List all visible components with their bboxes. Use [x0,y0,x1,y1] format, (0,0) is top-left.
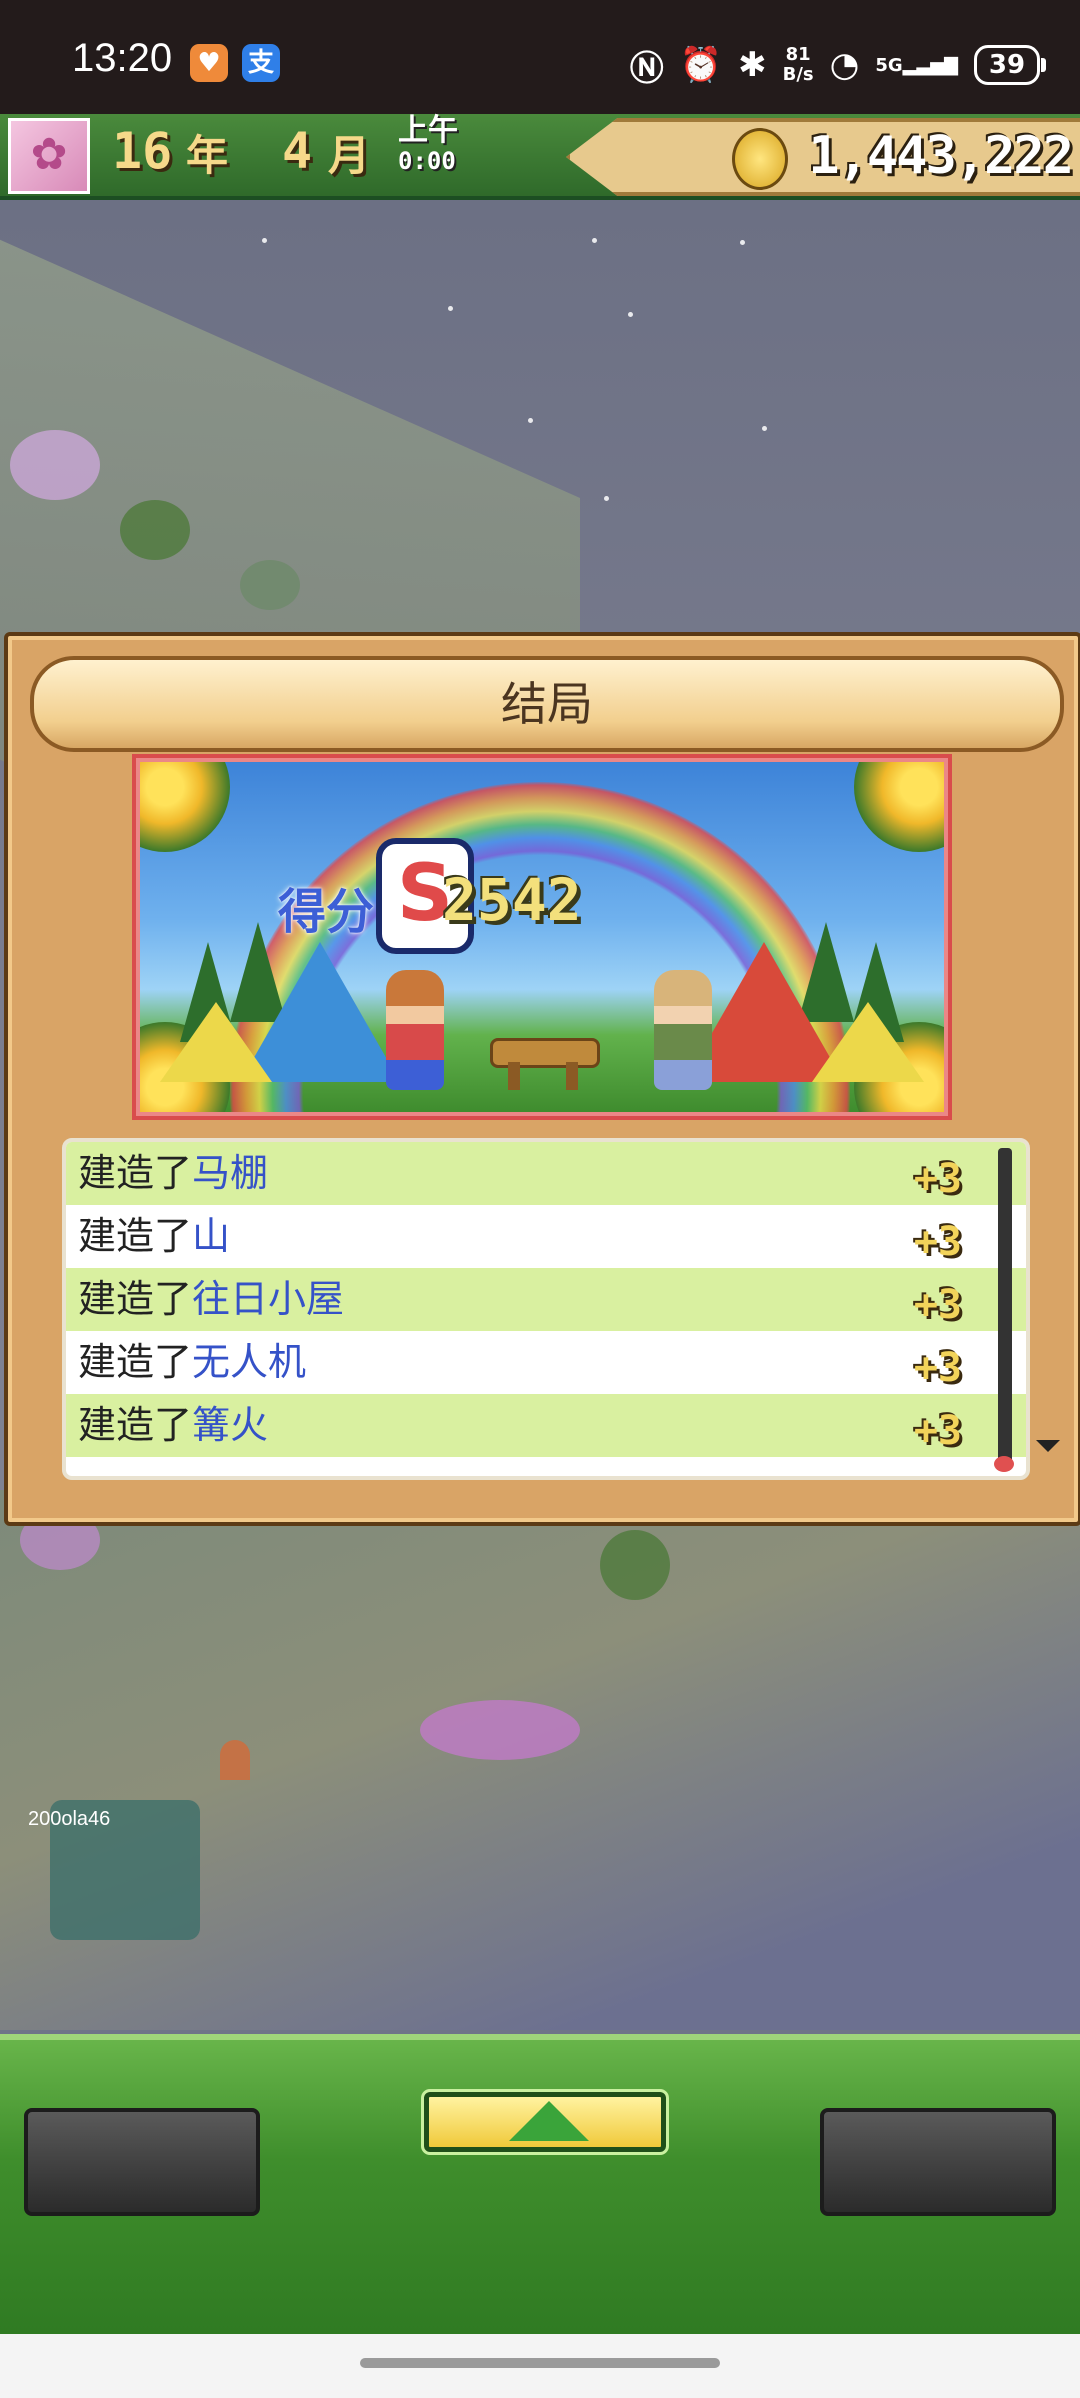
picnic-table [490,1038,600,1068]
flower-bush [10,430,100,500]
character-camper [386,970,444,1090]
event-prefix: 建造了 [78,1151,193,1195]
event-target: 篝火 [192,1403,269,1447]
table-leg [566,1062,578,1090]
event-list[interactable]: 建造了马棚 +3 建造了山 +3 建造了往日小屋 +3 建造了无人机 +3 建造… [62,1138,1030,1480]
star [628,312,633,317]
game-clock: 0:00 [398,147,456,175]
event-prefix: 建造了 [78,1340,193,1384]
left-menu-button[interactable] [24,2108,260,2216]
net-speed-value: 81 [785,44,811,65]
list-item: 建造了篝火 +3 [66,1394,1026,1457]
wifi-icon: ◔ [829,45,860,85]
5g-signal-icon: 5G▂▃▅▇ [875,54,958,76]
coin-icon [732,128,788,190]
list-item: 建造了往日小屋 +3 [66,1268,1026,1331]
right-menu-button[interactable] [820,2108,1056,2216]
event-prefix: 建造了 [78,1214,193,1258]
map-land-lower [0,1490,1080,2030]
month-unit: 月 [328,131,371,180]
event-points: +3 [913,1408,962,1454]
event-target: 山 [192,1214,231,1258]
net-speed-unit: B/s [782,64,814,85]
year-value: 16 [112,122,173,180]
star [740,240,745,245]
event-points: +3 [913,1219,962,1265]
event-target: 往日小屋 [192,1277,345,1321]
expand-up-button[interactable] [421,2089,669,2155]
alipay-icon: 支 [242,44,280,82]
status-time: 13:20 [72,36,173,80]
system-nav-area [0,2334,1080,2398]
ending-dialog: 结局 得分 S 2542 建造了马棚 +3 建造了山 +3 建造了往日小屋 +3… [4,632,1080,1526]
event-prefix: 建造了 [78,1277,193,1321]
score-value: 2542 [442,866,582,934]
year-unit: 年 [186,131,229,180]
star [762,426,767,431]
nfc-icon: Ⓝ [629,48,664,89]
home-indicator[interactable] [360,2358,720,2368]
star [528,418,533,423]
status-bar: 13:20 ♥ 支 Ⓝ ⏰ ✱ 81 B/s ◔ 5G▂▃▅▇ 39 [0,0,1080,114]
scrollbar[interactable] [998,1148,1012,1464]
flower-decoration [140,762,230,852]
list-item: 建造了山 +3 [66,1205,1026,1268]
dialog-title: 结局 [30,656,1064,752]
mailbox[interactable] [220,1740,250,1780]
game-header: ✿ 16 年 4 月 上午 0:00 1,443,222 [0,114,1080,202]
event-points: +3 [913,1282,962,1328]
battery-indicator: 39 [974,45,1046,85]
list-item: 建造了无人机 +3 [66,1331,1026,1394]
flower-decoration [854,762,944,852]
player-avatar[interactable]: ✿ [8,118,90,194]
score-label: 得分 [278,884,375,940]
network-type: 5G [875,54,903,76]
time-of-day: 上午 0:00 [398,116,458,176]
table-leg [508,1062,520,1090]
flower-bed [420,1700,580,1760]
event-target: 马棚 [192,1151,269,1195]
yellow-tent [160,1002,272,1082]
event-prefix: 建造了 [78,1403,193,1447]
bottom-control-panel [0,2034,1080,2340]
tree [120,500,190,560]
month-value: 4 [282,122,313,180]
star [448,306,453,311]
event-points: +3 [913,1345,962,1391]
banner-scene: 得分 S 2542 [140,762,944,1112]
star [592,238,597,243]
system-status-icons: Ⓝ ⏰ ✱ 81 B/s ◔ 5G▂▃▅▇ 39 [629,40,1046,90]
star [262,238,267,243]
alarm-icon: ⏰ [679,45,723,85]
bush [240,560,300,610]
scroll-thumb[interactable] [994,1456,1014,1472]
star [604,496,609,501]
tree [600,1530,670,1600]
event-points: +3 [913,1156,962,1202]
period-label: 上午 [398,113,458,148]
shield-app-icon: ♥ [190,44,228,82]
money-value: 1,443,222 [808,126,1074,186]
event-target: 无人机 [192,1340,307,1384]
bluetooth-icon: ✱ [738,45,767,85]
yellow-tent [812,1002,924,1082]
net-speed: 81 B/s [783,45,814,85]
watermark-text: 200ola46 [28,1808,111,1830]
up-arrow-icon [509,2101,589,2141]
character-hiker [654,970,712,1090]
more-down-arrow-icon[interactable] [1036,1440,1060,1452]
list-item: 建造了马棚 +3 [66,1142,1026,1205]
score-banner: 得分 S 2542 [132,754,952,1120]
